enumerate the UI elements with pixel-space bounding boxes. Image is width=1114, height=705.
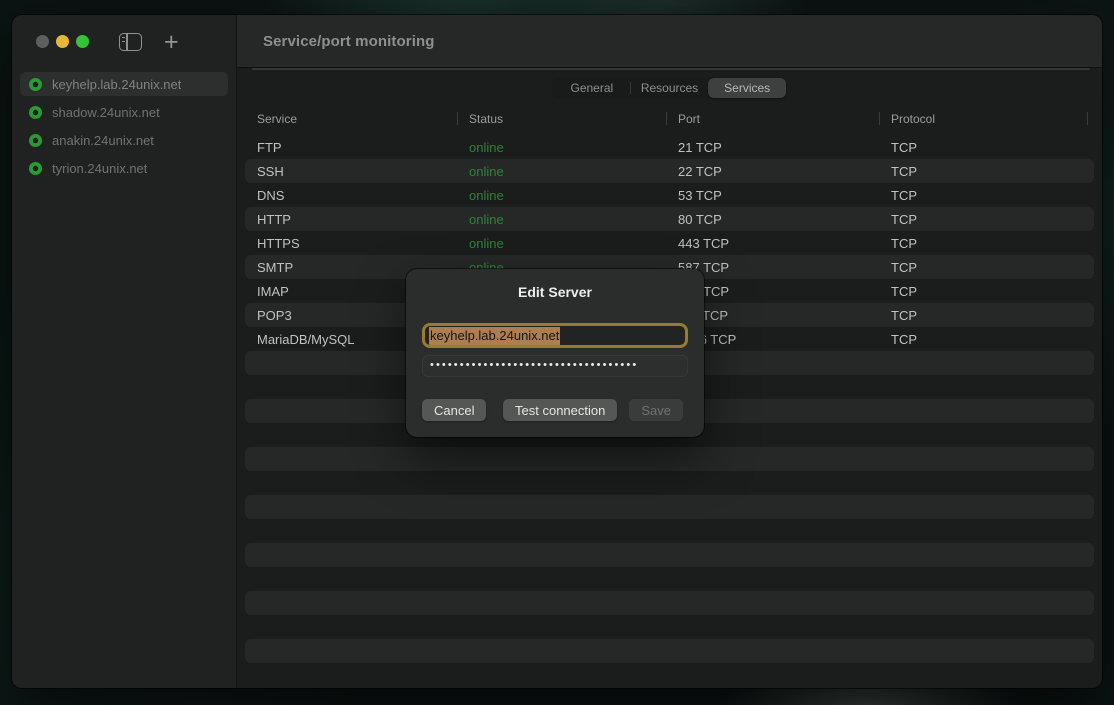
server-status-dot-icon (29, 162, 42, 175)
cell-protocol: TCP (879, 332, 1094, 347)
server-label: tyrion.24unix.net (52, 161, 147, 176)
cell-protocol: TCP (879, 164, 1094, 179)
cell-status: online (457, 140, 666, 155)
cell-port: 80 TCP (666, 212, 879, 227)
content-titlebar: Service/port monitoring (237, 15, 1102, 68)
cell-protocol: TCP (879, 140, 1094, 155)
column-header[interactable]: Port (666, 112, 879, 126)
app-window: + keyhelp.lab.24unix.net shadow.24unix.ne… (12, 15, 1102, 688)
empty-table-row[interactable] (245, 447, 1094, 471)
table-row[interactable]: SSHonline22 TCPTCP (245, 159, 1094, 183)
tabs-row: GeneralResourcesServices (245, 68, 1094, 102)
minimize-button[interactable] (56, 35, 69, 48)
server-status-dot-icon (29, 106, 42, 119)
cell-port: 21 TCP (666, 140, 879, 155)
server-label: shadow.24unix.net (52, 105, 160, 120)
dialog-title: Edit Server (422, 283, 688, 301)
tab-segmented-control: GeneralResourcesServices (552, 77, 787, 99)
tab-resources[interactable]: Resources (631, 78, 709, 98)
close-button[interactable] (36, 35, 49, 48)
edit-server-dialog: Edit Server keyhelp.lab.24unix.net •••••… (406, 269, 704, 437)
sidebar-item-server[interactable]: shadow.24unix.net (20, 100, 228, 124)
page-title: Service/port monitoring (263, 33, 435, 50)
empty-table-row[interactable] (245, 471, 1094, 495)
cell-status: online (457, 164, 666, 179)
table-row[interactable]: HTTPonline80 TCPTCP (245, 207, 1094, 231)
cell-port: 22 TCP (666, 164, 879, 179)
cell-protocol: TCP (879, 284, 1094, 299)
cell-service: HTTPS (245, 236, 457, 251)
column-divider (457, 112, 458, 125)
empty-table-row[interactable] (245, 591, 1094, 615)
cell-protocol: TCP (879, 188, 1094, 203)
sidebar-item-server[interactable]: keyhelp.lab.24unix.net (20, 72, 228, 96)
cell-port: 443 TCP (666, 236, 879, 251)
column-divider (1087, 112, 1088, 125)
server-label: keyhelp.lab.24unix.net (52, 77, 181, 92)
cell-protocol: TCP (879, 236, 1094, 251)
cell-status: online (457, 236, 666, 251)
cell-port: 53 TCP (666, 188, 879, 203)
cell-service: SSH (245, 164, 457, 179)
test-connection-button[interactable]: Test connection (503, 399, 617, 421)
cell-protocol: TCP (879, 260, 1094, 275)
column-header[interactable]: Status (457, 112, 666, 126)
sidebar-item-server[interactable]: anakin.24unix.net (20, 128, 228, 152)
column-header[interactable]: Protocol (879, 112, 1094, 126)
password-masked-value: ••••••••••••••••••••••••••••••••••• (430, 359, 638, 371)
empty-table-row[interactable] (245, 567, 1094, 591)
cell-service: DNS (245, 188, 457, 203)
column-divider (666, 112, 667, 125)
column-divider (879, 112, 880, 125)
sidebar-item-server[interactable]: tyrion.24unix.net (20, 156, 228, 180)
cell-service: FTP (245, 140, 457, 155)
empty-table-row[interactable] (245, 495, 1094, 519)
cell-status: online (457, 212, 666, 227)
sidebar-titlebar: + (12, 15, 236, 68)
sidebar: + keyhelp.lab.24unix.net shadow.24unix.ne… (12, 15, 236, 688)
server-label: anakin.24unix.net (52, 133, 154, 148)
server-status-dot-icon (29, 78, 42, 91)
table-header: ServiceStatusPortProtocol (245, 102, 1094, 135)
hostname-input[interactable]: keyhelp.lab.24unix.net (422, 323, 688, 348)
server-list: keyhelp.lab.24unix.net shadow.24unix.net a… (12, 68, 236, 184)
cell-protocol: TCP (879, 308, 1094, 323)
empty-table-row[interactable] (245, 543, 1094, 567)
empty-table-row[interactable] (245, 519, 1094, 543)
sidebar-toggle-icon[interactable] (119, 33, 142, 51)
zoom-button[interactable] (76, 35, 89, 48)
column-header[interactable]: Service (245, 112, 457, 126)
empty-table-row[interactable] (245, 639, 1094, 663)
empty-table-row[interactable] (245, 663, 1094, 687)
dialog-buttons: Cancel Test connection Save (422, 399, 688, 421)
cell-status: online (457, 188, 666, 203)
cancel-button[interactable]: Cancel (422, 399, 486, 421)
add-server-button[interactable]: + (164, 33, 179, 51)
tab-general[interactable]: General (553, 78, 631, 98)
cell-service: HTTP (245, 212, 457, 227)
cell-protocol: TCP (879, 212, 1094, 227)
hostname-selected-text: keyhelp.lab.24unix.net (429, 327, 560, 345)
empty-table-row[interactable] (245, 615, 1094, 639)
server-status-dot-icon (29, 134, 42, 147)
password-input[interactable]: ••••••••••••••••••••••••••••••••••• (422, 355, 688, 377)
table-row[interactable]: HTTPSonline443 TCPTCP (245, 231, 1094, 255)
tab-services[interactable]: Services (708, 78, 786, 98)
table-row[interactable]: FTPonline21 TCPTCP (245, 135, 1094, 159)
table-row[interactable]: DNSonline53 TCPTCP (245, 183, 1094, 207)
save-button[interactable]: Save (629, 399, 683, 421)
